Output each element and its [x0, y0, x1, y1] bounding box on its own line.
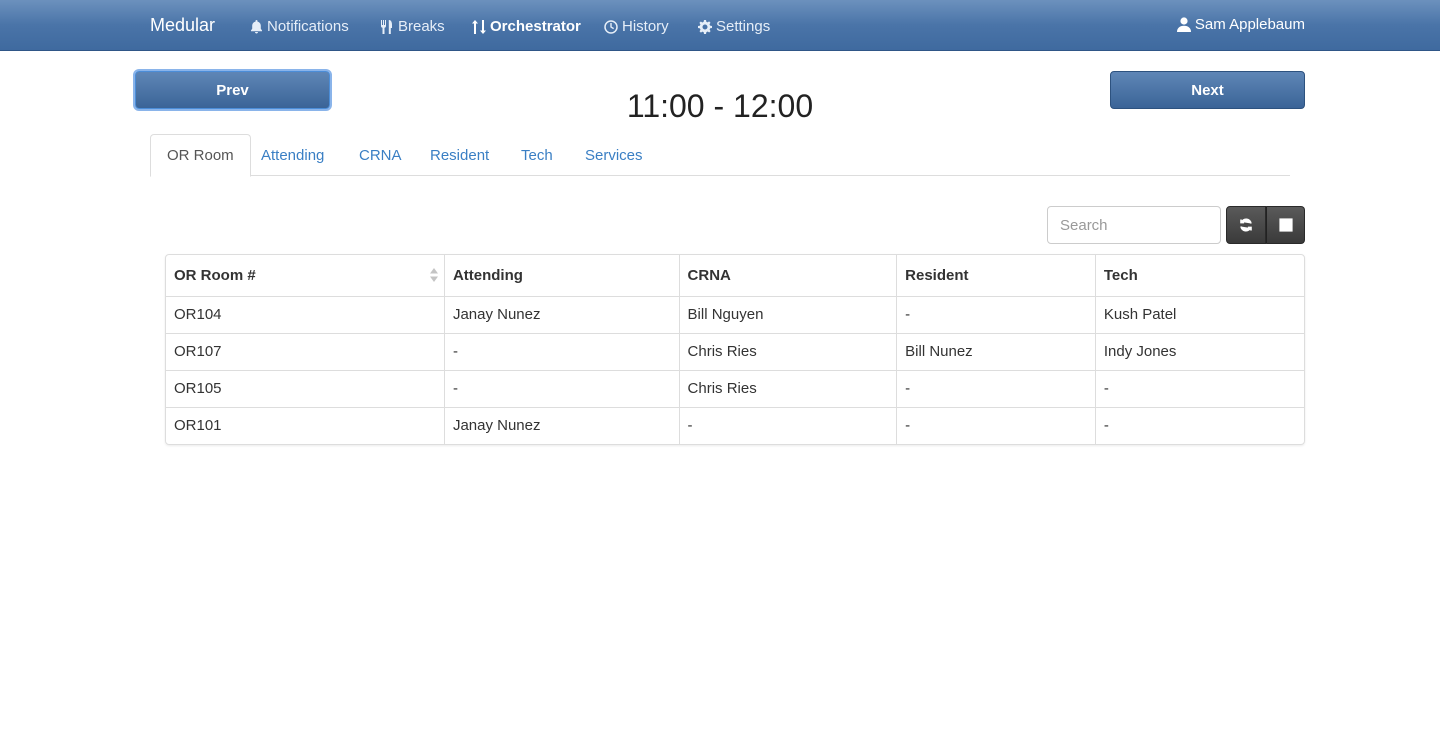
user-name: Sam Applebaum	[1194, 16, 1305, 33]
cell-crna: -	[679, 407, 898, 444]
cell-or-room: OR107	[166, 333, 445, 371]
tab-crna[interactable]: CRNA	[343, 134, 418, 176]
tab-attending[interactable]: Attending	[245, 134, 340, 176]
cell-resident: -	[896, 296, 1096, 334]
table-row[interactable]: OR105 - Chris Ries - -	[166, 370, 1304, 408]
cell-attending: -	[444, 333, 680, 371]
bell-icon	[251, 19, 262, 33]
cell-tech: Kush Patel	[1095, 296, 1304, 334]
cell-resident: Bill Nunez	[896, 333, 1096, 371]
nav-orchestrator-label: Orchestrator	[490, 18, 581, 35]
cell-or-room: OR105	[166, 370, 445, 408]
search-input[interactable]	[1047, 206, 1221, 244]
cell-resident: -	[896, 370, 1096, 408]
nav-breaks-label: Breaks	[398, 18, 445, 35]
column-header-crna: CRNA	[679, 255, 898, 297]
cell-or-room: OR104	[166, 296, 445, 334]
cell-attending: Janay Nunez	[444, 296, 680, 334]
cell-attending: Janay Nunez	[444, 407, 680, 444]
tab-resident[interactable]: Resident	[414, 134, 505, 176]
clock-icon	[604, 19, 618, 34]
cell-resident: -	[896, 407, 1096, 444]
cell-crna: Chris Ries	[679, 333, 898, 371]
gear-icon	[698, 19, 712, 34]
table-row[interactable]: OR101 Janay Nunez - - -	[166, 407, 1304, 444]
cell-crna: Chris Ries	[679, 370, 898, 408]
cell-tech: Indy Jones	[1095, 333, 1304, 371]
column-header-or-room[interactable]: OR Room #	[166, 255, 445, 297]
time-range-title: 11:00 - 12:00	[626, 88, 814, 124]
table-toolbar	[1226, 206, 1305, 244]
nav-orchestrator[interactable]: Orchestrator	[472, 18, 581, 35]
nav-history-label: History	[622, 18, 669, 35]
cell-attending: -	[444, 370, 680, 408]
nav-notifications[interactable]: Notifications	[250, 18, 349, 35]
view-tabs: OR Room Attending CRNA Resident Tech Ser…	[150, 134, 1290, 177]
list-icon	[1278, 218, 1293, 232]
column-header-attending: Attending	[444, 255, 680, 297]
nav-breaks[interactable]: Breaks	[380, 18, 445, 35]
top-navbar: Medular Notifications Breaks Orchestrato…	[0, 0, 1440, 51]
column-header-tech: Tech	[1095, 255, 1304, 297]
nav-history[interactable]: History	[604, 18, 669, 35]
refresh-button[interactable]	[1226, 206, 1266, 244]
tab-or-room[interactable]: OR Room	[150, 134, 251, 177]
user-icon	[1176, 17, 1191, 32]
columns-button[interactable]	[1266, 206, 1305, 244]
table-header-row: OR Room # Attending CRNA Resident Tech	[166, 255, 1304, 297]
refresh-icon	[1240, 218, 1252, 232]
column-header-resident: Resident	[896, 255, 1096, 297]
table-row[interactable]: OR107 - Chris Ries Bill Nunez Indy Jones	[166, 333, 1304, 371]
nav-settings[interactable]: Settings	[698, 18, 770, 35]
utensils-icon	[381, 19, 392, 34]
table-row[interactable]: OR104 Janay Nunez Bill Nguyen - Kush Pat…	[166, 296, 1304, 334]
brand-logo[interactable]: Medular	[150, 15, 215, 36]
nav-notifications-label: Notifications	[267, 18, 349, 35]
cell-or-room: OR101	[166, 407, 445, 444]
tab-services[interactable]: Services	[569, 134, 659, 176]
cell-tech: -	[1095, 370, 1304, 408]
nav-settings-label: Settings	[716, 18, 771, 35]
sort-icon	[429, 268, 438, 282]
or-room-table: OR Room # Attending CRNA Resident Tech O…	[165, 254, 1305, 445]
user-menu[interactable]: Sam Applebaum	[1176, 16, 1305, 33]
sort-arrows-icon	[472, 19, 486, 34]
tab-tech[interactable]: Tech	[505, 134, 569, 176]
cell-tech: -	[1103, 417, 1109, 435]
column-header-label: OR Room #	[174, 266, 256, 284]
cell-crna: Bill Nguyen	[679, 296, 898, 334]
